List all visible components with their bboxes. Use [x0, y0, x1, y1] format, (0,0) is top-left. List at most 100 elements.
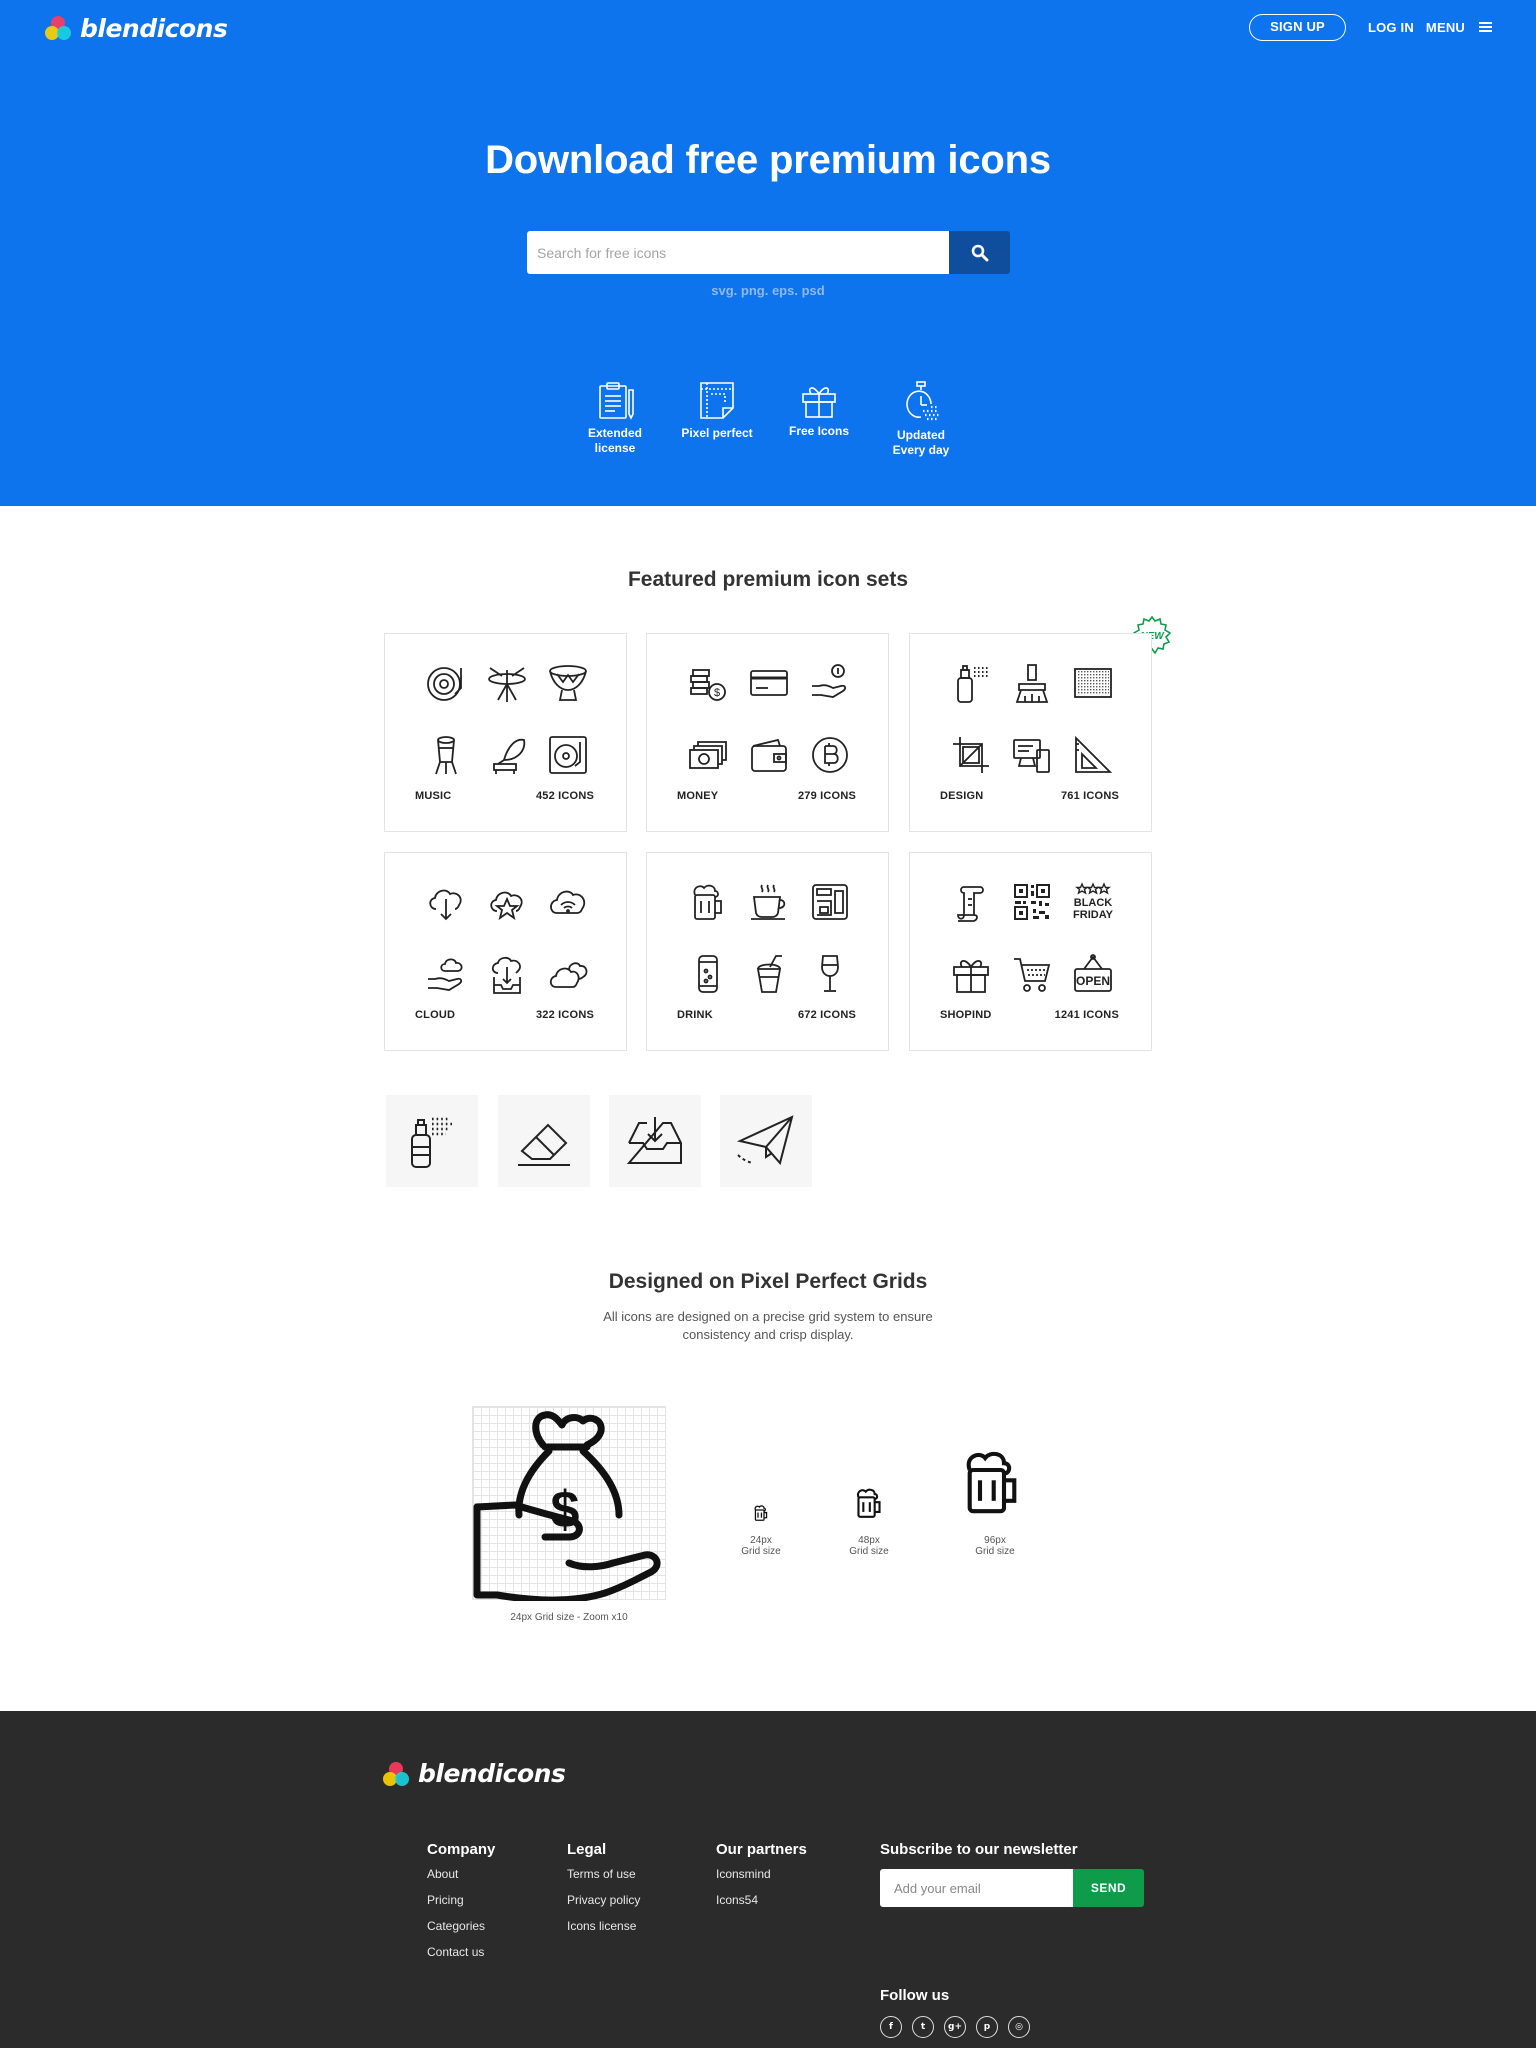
search-input[interactable] — [527, 231, 949, 274]
footer-col-title: Legal — [567, 1841, 607, 1858]
zoom-caption: 24px Grid size - Zoom x10 — [510, 1612, 628, 1623]
google-plus-icon[interactable]: g+ — [944, 2016, 966, 2038]
icon-set-card-design[interactable]: DESIGN 761 ICONS — [909, 633, 1152, 832]
icon-tile-eraser[interactable] — [498, 1095, 590, 1187]
credit-card-icon — [749, 670, 788, 696]
black-friday-text-1: BLACK — [1073, 897, 1112, 909]
size-label-text: Grid size — [975, 1546, 1015, 1557]
footer-link-iconsmind[interactable]: Iconsmind — [716, 1867, 807, 1881]
grids-subtitle-line: consistency and crisp display. — [682, 1327, 854, 1342]
dribbble-icon[interactable]: ◎ — [1008, 2016, 1030, 2038]
logo-text: blendicons — [80, 13, 228, 43]
set-count: 1241 ICONS — [1054, 1009, 1119, 1021]
format-list: svg. png. eps. psd — [711, 283, 825, 298]
icon-set-card-music[interactable]: MUSIC 452 ICONS — [384, 633, 627, 832]
icon-preview-grid — [415, 881, 598, 995]
black-friday-icon: BLACKFRIDAY — [1073, 882, 1114, 921]
footer-link-categories[interactable]: Categories — [427, 1919, 495, 1933]
set-name: CLOUD — [415, 1009, 456, 1021]
search-icon — [971, 244, 988, 261]
drum-icon — [548, 665, 587, 701]
milkshake-icon — [756, 955, 782, 993]
size-caption-24: 24px Grid size — [726, 1535, 796, 1557]
icon-set-card-money[interactable]: $ MONEY 279 ICONS — [646, 633, 889, 832]
signup-button[interactable]: SIGN UP — [1249, 13, 1346, 41]
beer-mug-icon — [693, 884, 722, 920]
set-name: SHOPIND — [940, 1009, 992, 1021]
footer-link-about[interactable]: About — [427, 1867, 495, 1881]
footer-link-terms[interactable]: Terms of use — [567, 1867, 640, 1881]
icon-set-card-shopping[interactable]: BLACK FRIDAY OPEN SHOPIND 1241 ICONS — [909, 852, 1152, 1051]
cymbal-icon — [487, 667, 526, 702]
cloud-inbox-icon — [491, 956, 521, 994]
email-field[interactable] — [880, 1869, 1073, 1907]
footer-logo[interactable]: blendicons — [382, 1759, 566, 1788]
size-caption-96: 96px Grid size — [960, 1535, 1030, 1557]
feature-pixel-perfect: Pixel perfect — [666, 380, 768, 458]
facebook-icon[interactable]: f — [880, 2016, 902, 2038]
stopwatch-icon — [906, 381, 939, 421]
card-footer: MONEY 279 ICONS — [677, 790, 856, 802]
feature-label: Pixel perfect — [681, 426, 753, 440]
size-preview-96 — [956, 1446, 1028, 1523]
follow-title: Follow us — [880, 1987, 950, 2004]
paper-plane-icon — [736, 1115, 794, 1166]
coffee-cup-icon — [750, 884, 785, 920]
shopping-cart-icon — [1013, 958, 1050, 992]
footer-link-privacy[interactable]: Privacy policy — [567, 1893, 640, 1907]
spray-can-icon — [956, 665, 990, 703]
icon-tile-spray[interactable] — [386, 1095, 478, 1187]
footer-link-icons-license[interactable]: Icons license — [567, 1919, 640, 1933]
twitter-icon[interactable]: t — [912, 2016, 934, 2038]
logo-text: blendicons — [418, 1759, 566, 1788]
feature-label: Updated Every day — [892, 428, 950, 457]
conga-icon — [434, 736, 457, 775]
footer-col-partners: Our partners Iconsmind Icons54 — [716, 1841, 807, 1919]
soda-can-icon — [697, 955, 718, 993]
social-links: f t g+ p ◎ — [880, 2016, 1040, 2038]
icon-preview-grid — [940, 662, 1123, 776]
footer-link-icons54[interactable]: Icons54 — [716, 1893, 807, 1907]
footer-col-legal: Legal Terms of use Privacy policy Icons … — [567, 1841, 640, 1945]
grids-subtitle: All icons are designed on a precise grid… — [0, 1308, 1536, 1344]
cloud-star-icon — [489, 891, 523, 921]
icon-preview-grid — [677, 881, 860, 995]
computer-icon — [1012, 739, 1050, 773]
eraser-icon — [518, 1123, 570, 1166]
gradient-texture-icon — [1073, 668, 1112, 698]
icon-set-card-cloud[interactable]: CLOUD 322 ICONS — [384, 852, 627, 1051]
set-name: DESIGN — [940, 790, 984, 802]
size-value: 48px — [858, 1535, 880, 1546]
card-footer: MUSIC 452 ICONS — [415, 790, 594, 802]
set-count: 672 ICONS — [797, 1009, 856, 1021]
card-footer: SHOPIND 1241 ICONS — [940, 1009, 1119, 1021]
grids-title: Designed on Pixel Perfect Grids — [608, 1270, 928, 1293]
crop-icon — [952, 737, 989, 773]
icon-preview-grid: BLACK FRIDAY OPEN — [940, 881, 1123, 995]
menu-button[interactable]: MENU — [1426, 20, 1492, 35]
icon-tile-paper-plane[interactable] — [720, 1095, 812, 1187]
search-button[interactable] — [949, 231, 1010, 274]
size-caption-48: 48px Grid size — [834, 1535, 904, 1557]
cloud-hand-icon — [427, 958, 462, 991]
icon-tile-inbox[interactable] — [609, 1095, 701, 1187]
footer: blendicons Company About Pricing Categor… — [0, 1711, 1536, 2048]
set-name: MONEY — [677, 790, 719, 802]
vinyl-record-icon — [426, 667, 462, 701]
pinterest-icon[interactable]: p — [976, 2016, 998, 2038]
money-bag-hand-icon: $ — [473, 1411, 661, 1604]
black-friday-text-2: FRIDAY — [1073, 909, 1114, 921]
send-button[interactable]: SEND — [1073, 1869, 1144, 1907]
turntable-icon — [548, 736, 587, 774]
header-logo[interactable]: blendicons — [44, 12, 228, 44]
coffee-machine-icon — [811, 884, 848, 920]
icon-set-card-drink[interactable]: DRINK 672 ICONS — [646, 852, 889, 1051]
login-link[interactable]: LOG IN — [1368, 20, 1414, 35]
footer-link-pricing[interactable]: Pricing — [427, 1893, 495, 1907]
coin-stack-icon: $ — [689, 669, 726, 701]
wine-glass-icon — [820, 955, 839, 992]
banknotes-icon — [688, 741, 727, 769]
gift-box-icon — [952, 960, 989, 993]
footer-link-contact[interactable]: Contact us — [427, 1945, 495, 1959]
clouds-icon — [549, 962, 587, 988]
